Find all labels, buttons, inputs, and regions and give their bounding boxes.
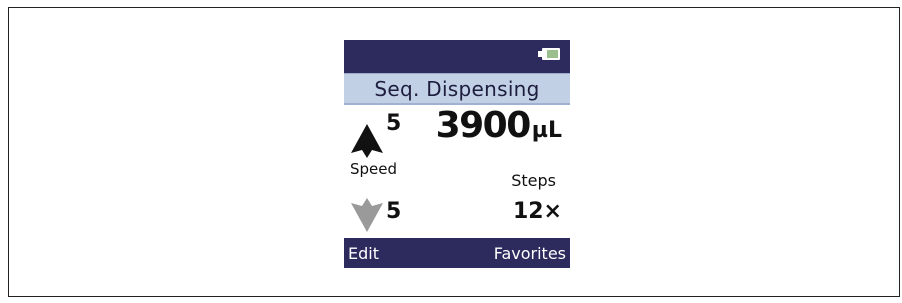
steps-value: 12× — [512, 199, 562, 224]
volume-value: 3900 — [435, 105, 532, 146]
down-arrow-icon — [351, 198, 383, 232]
volume-unit: µL — [531, 118, 562, 143]
speed-label: Speed — [350, 160, 398, 178]
main-panel: 5 Speed 5 3900µL Steps 12× — [344, 105, 570, 238]
edit-softkey[interactable]: Edit — [348, 244, 379, 263]
steps-label: Steps — [511, 171, 556, 190]
status-bar — [344, 40, 570, 73]
mode-title-bar: Seq. Dispensing — [344, 73, 570, 105]
mode-title: Seq. Dispensing — [374, 76, 540, 101]
battery-icon — [538, 48, 560, 60]
volume-readout: 3900µL — [436, 105, 562, 146]
aspirate-speed-value: 5 — [386, 111, 402, 136]
dispense-speed-value: 5 — [386, 199, 402, 224]
favorites-softkey[interactable]: Favorites — [494, 244, 566, 263]
softkey-bar: Edit Favorites — [344, 238, 570, 268]
up-arrow-icon — [351, 124, 383, 158]
pipette-display: Seq. Dispensing 5 Speed 5 3900µL Steps 1… — [344, 40, 570, 268]
